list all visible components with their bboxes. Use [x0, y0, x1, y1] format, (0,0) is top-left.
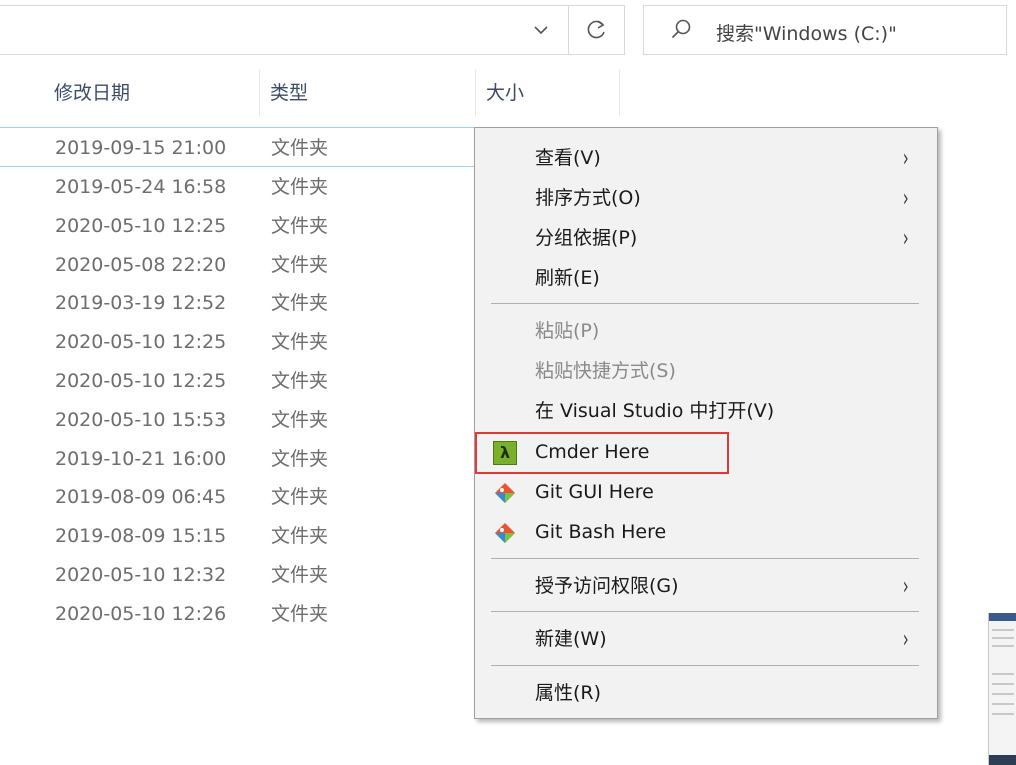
menu-item-new[interactable]: 新建(W) ›: [475, 619, 937, 659]
menu-item-git-bash-here[interactable]: Git Bash Here: [475, 512, 937, 552]
git-icon: [495, 523, 515, 543]
type-cell: 文件夹: [271, 564, 329, 586]
table-row[interactable]: 2020-05-10 12:26 文件夹: [0, 595, 480, 633]
date-cell: 2020-05-10 12:32: [55, 564, 227, 586]
thumbnail-line: [992, 683, 1014, 685]
search-box[interactable]: 搜索"Windows (C:)": [643, 5, 1007, 55]
thumbnail-line: [992, 637, 1014, 639]
menu-item-label: 查看(V): [535, 147, 601, 169]
menu-separator: [491, 611, 919, 612]
type-cell: 文件夹: [271, 137, 329, 159]
type-cell: 文件夹: [271, 525, 329, 547]
table-row[interactable]: 2020-05-10 12:25 文件夹: [0, 207, 480, 245]
table-row[interactable]: 2019-08-09 06:45 文件夹: [0, 478, 480, 516]
menu-item-label: Git Bash Here: [535, 521, 667, 543]
column-header-type[interactable]: 类型: [260, 70, 476, 116]
date-cell: 2019-09-15 21:00: [55, 137, 227, 159]
thumbnail-line: [992, 645, 1014, 647]
date-cell: 2020-05-10 15:53: [55, 409, 227, 431]
menu-separator: [491, 665, 919, 666]
menu-item-label: 新建(W): [535, 628, 607, 650]
table-row[interactable]: 2019-03-19 12:52 文件夹: [0, 284, 480, 322]
column-header-date-modified[interactable]: 修改日期: [44, 70, 260, 116]
search-icon: [671, 19, 691, 39]
table-row[interactable]: 2020-05-10 15:53 文件夹: [0, 401, 480, 439]
table-row[interactable]: 2019-09-15 21:00 文件夹: [0, 129, 480, 167]
table-row[interactable]: 2019-10-21 16:00 文件夹: [0, 440, 480, 478]
type-cell: 文件夹: [271, 486, 329, 508]
date-cell: 2019-08-09 06:45: [55, 486, 227, 508]
address-bar[interactable]: [0, 5, 625, 55]
type-cell: 文件夹: [271, 331, 329, 353]
menu-item-sort-by[interactable]: 排序方式(O) ›: [475, 178, 937, 218]
menu-item-paste-shortcut[interactable]: 粘贴快捷方式(S): [475, 351, 937, 391]
date-cell: 2019-05-24 16:58: [55, 176, 227, 198]
chevron-right-icon: ›: [902, 625, 909, 653]
menu-item-label: Git GUI Here: [535, 481, 654, 503]
chevron-right-icon: ›: [902, 144, 909, 172]
context-menu: 查看(V) › 排序方式(O) › 分组依据(P) › 刷新(E) 粘贴(P) …: [474, 127, 938, 719]
type-cell: 文件夹: [271, 370, 329, 392]
menu-item-label: 粘贴(P): [535, 320, 600, 342]
menu-item-open-in-visual-studio[interactable]: 在 Visual Studio 中打开(V): [475, 391, 937, 431]
date-cell: 2020-05-10 12:25: [55, 370, 227, 392]
table-row[interactable]: 2019-08-09 15:15 文件夹: [0, 517, 480, 555]
chevron-right-icon: ›: [902, 224, 909, 252]
window-thumbnail[interactable]: [988, 613, 1016, 765]
type-cell: 文件夹: [271, 215, 329, 237]
menu-item-give-access[interactable]: 授予访问权限(G) ›: [475, 566, 937, 606]
menu-separator: [491, 303, 919, 304]
chevron-down-icon: [534, 26, 548, 35]
type-cell: 文件夹: [271, 448, 329, 470]
refresh-icon: [587, 20, 605, 39]
type-cell: 文件夹: [271, 603, 329, 625]
thumbnail-titlebar: [989, 613, 1016, 621]
menu-item-git-gui-here[interactable]: Git GUI Here: [475, 472, 937, 512]
highlight-annotation-box: [475, 432, 729, 474]
type-cell: 文件夹: [271, 254, 329, 276]
menu-item-paste[interactable]: 粘贴(P): [475, 311, 937, 351]
date-cell: 2020-05-10 12:26: [55, 603, 227, 625]
type-cell: 文件夹: [271, 292, 329, 314]
address-history-button[interactable]: [516, 6, 566, 54]
table-row[interactable]: 2020-05-10 12:32 文件夹: [0, 556, 480, 594]
menu-separator: [491, 558, 919, 559]
table-row[interactable]: 2020-05-10 12:25 文件夹: [0, 323, 480, 361]
thumbnail-taskbar: [989, 755, 1016, 765]
menu-item-properties[interactable]: 属性(R): [475, 673, 937, 713]
refresh-button[interactable]: [570, 6, 624, 54]
date-cell: 2020-05-08 22:20: [55, 254, 227, 276]
menu-item-label: 在 Visual Studio 中打开(V): [535, 400, 775, 422]
menu-item-label: 粘贴快捷方式(S): [535, 360, 676, 382]
address-divider: [568, 6, 569, 54]
chevron-right-icon: ›: [902, 184, 909, 212]
type-cell: 文件夹: [271, 409, 329, 431]
date-cell: 2019-08-09 15:15: [55, 525, 227, 547]
menu-item-refresh[interactable]: 刷新(E): [475, 258, 937, 298]
thumbnail-line: [992, 629, 1014, 631]
menu-item-label: 属性(R): [535, 682, 602, 704]
table-row[interactable]: 2020-05-08 22:20 文件夹: [0, 246, 480, 284]
date-cell: 2020-05-10 12:25: [55, 331, 227, 353]
search-input[interactable]: 搜索"Windows (C:)": [716, 19, 897, 46]
thumbnail-line: [992, 703, 1014, 705]
menu-item-label: 排序方式(O): [535, 187, 641, 209]
git-icon: [495, 483, 515, 503]
menu-item-label: 分组依据(P): [535, 227, 638, 249]
date-cell: 2019-10-21 16:00: [55, 448, 227, 470]
thumbnail-line: [992, 673, 1014, 675]
table-row[interactable]: 2020-05-10 12:25 文件夹: [0, 362, 480, 400]
menu-item-label: 刷新(E): [535, 267, 600, 289]
type-cell: 文件夹: [271, 176, 329, 198]
thumbnail-line: [992, 693, 1014, 695]
date-cell: 2020-05-10 12:25: [55, 215, 227, 237]
menu-item-label: 授予访问权限(G): [535, 575, 679, 597]
chevron-right-icon: ›: [902, 572, 909, 600]
menu-item-view[interactable]: 查看(V) ›: [475, 138, 937, 178]
menu-item-group-by[interactable]: 分组依据(P) ›: [475, 218, 937, 258]
column-header-size[interactable]: 大小: [476, 70, 620, 116]
thumbnail-line: [992, 713, 1014, 715]
date-cell: 2019-03-19 12:52: [55, 292, 227, 314]
table-row[interactable]: 2019-05-24 16:58 文件夹: [0, 168, 480, 206]
